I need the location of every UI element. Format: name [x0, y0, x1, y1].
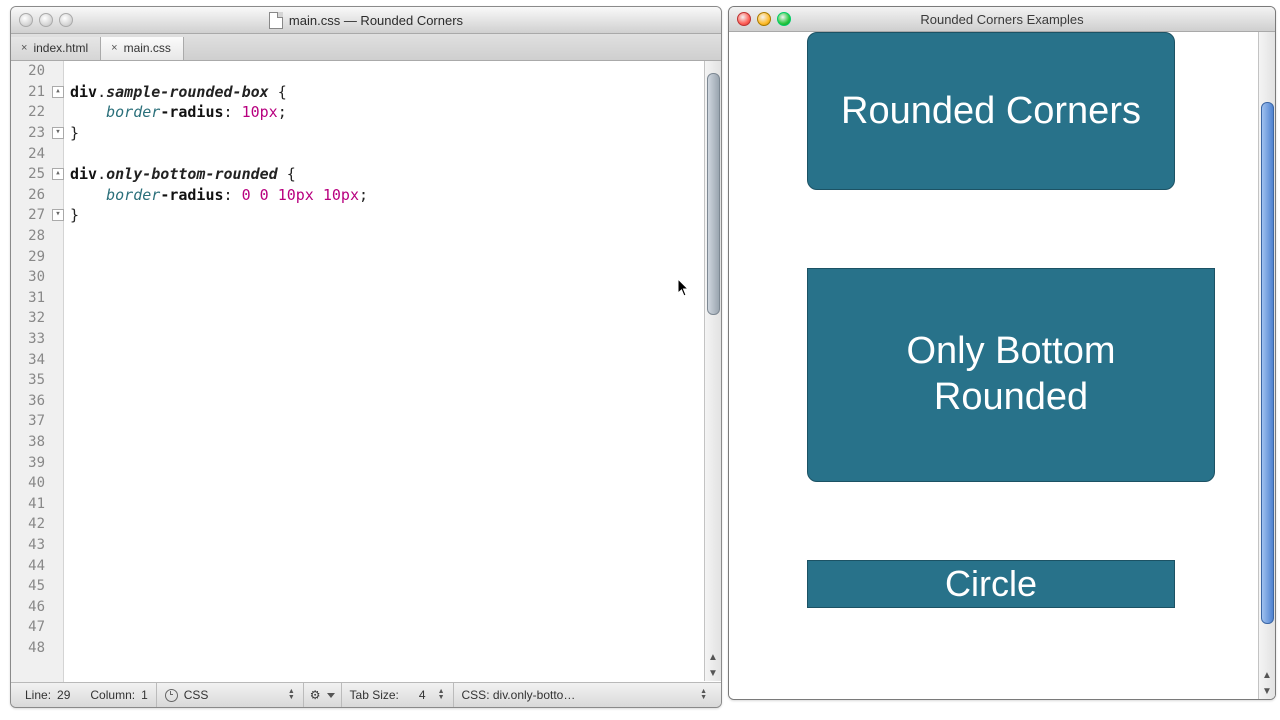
- scroll-down-arrow-icon[interactable]: ▼: [705, 665, 721, 681]
- line-number: 48: [11, 638, 63, 659]
- line-number: 31: [11, 288, 63, 309]
- code-fold-toggle[interactable]: [52, 168, 64, 180]
- line-number-gutter: 2021222324252627282930313233343536373839…: [11, 61, 64, 682]
- scroll-up-arrow-icon[interactable]: ▲: [705, 649, 721, 665]
- status-tabsize[interactable]: Tab Size: 4 ▲▼: [342, 683, 454, 707]
- browser-vertical-scrollbar[interactable]: ▲ ▼: [1258, 32, 1275, 699]
- browser-window-title: Rounded Corners Examples: [729, 12, 1275, 27]
- status-gear[interactable]: ⚙: [304, 683, 342, 707]
- line-number: 32: [11, 308, 63, 329]
- status-scope[interactable]: CSS: div.only-botto… ▲▼: [454, 683, 715, 707]
- browser-window: Rounded Corners Examples Rounded Corners…: [728, 6, 1276, 700]
- scroll-up-arrow-icon[interactable]: ▲: [1259, 667, 1275, 683]
- line-number: 41: [11, 493, 63, 514]
- line-number: 29: [11, 246, 63, 267]
- file-icon: [269, 12, 283, 29]
- code-area[interactable]: div.sample-rounded-box { border-radius: …: [64, 61, 721, 682]
- tab-label: main.css: [124, 41, 171, 55]
- editor-titlebar: main.css — Rounded Corners: [11, 7, 721, 34]
- line-number: 34: [11, 349, 63, 370]
- stepper-icon[interactable]: ▲▼: [700, 689, 707, 701]
- line-number: 33: [11, 329, 63, 350]
- line-number: 42: [11, 514, 63, 535]
- sample-circle-box: Circle: [807, 560, 1175, 608]
- code-fold-toggle[interactable]: [52, 127, 64, 139]
- chevron-down-icon: [327, 693, 335, 698]
- status-language[interactable]: CSS ▲▼: [157, 683, 304, 707]
- stepper-icon[interactable]: ▲▼: [288, 689, 295, 701]
- line-number: 27: [11, 205, 63, 226]
- tab-label: index.html: [33, 41, 88, 55]
- sample-only-bottom-rounded-box: Only Bottom Rounded: [807, 268, 1215, 482]
- code-fold-toggle[interactable]: [52, 86, 64, 98]
- line-number: 23: [11, 123, 63, 144]
- line-number: 35: [11, 370, 63, 391]
- code-fold-toggle[interactable]: [52, 209, 64, 221]
- line-number: 46: [11, 596, 63, 617]
- line-number: 28: [11, 226, 63, 247]
- line-number: 25: [11, 164, 63, 185]
- browser-viewport[interactable]: Rounded Corners Only Bottom Rounded Circ…: [729, 32, 1275, 699]
- status-line-col[interactable]: Line: 29 Column: 1: [17, 683, 157, 707]
- line-number: 37: [11, 411, 63, 432]
- editor-body: 2021222324252627282930313233343536373839…: [11, 61, 721, 682]
- line-number: 21: [11, 82, 63, 103]
- close-icon[interactable]: ×: [21, 42, 27, 54]
- line-number: 39: [11, 452, 63, 473]
- editor-vertical-scrollbar[interactable]: ▲ ▼: [704, 61, 721, 681]
- line-number: 45: [11, 576, 63, 597]
- line-number: 36: [11, 391, 63, 412]
- editor-window-title: main.css — Rounded Corners: [11, 12, 721, 29]
- clock-icon: [165, 689, 178, 702]
- scrollbar-thumb[interactable]: [707, 73, 720, 315]
- tab-main-css[interactable]: × main.css: [101, 37, 184, 60]
- scroll-down-arrow-icon[interactable]: ▼: [1259, 683, 1275, 699]
- editor-window-title-text: main.css — Rounded Corners: [289, 13, 463, 28]
- line-number: 20: [11, 61, 63, 82]
- gear-icon: ⚙: [310, 688, 321, 702]
- line-number: 26: [11, 185, 63, 206]
- browser-titlebar: Rounded Corners Examples: [729, 7, 1275, 32]
- tab-index-html[interactable]: × index.html: [11, 37, 101, 60]
- line-number: 47: [11, 617, 63, 638]
- editor-tabbar: × index.html × main.css: [11, 34, 721, 61]
- editor-window: main.css — Rounded Corners × index.html …: [10, 6, 722, 708]
- line-number: 44: [11, 555, 63, 576]
- sample-rounded-box: Rounded Corners: [807, 32, 1175, 190]
- line-number: 30: [11, 267, 63, 288]
- line-number: 38: [11, 432, 63, 453]
- line-number: 43: [11, 535, 63, 556]
- line-number: 40: [11, 473, 63, 494]
- scrollbar-thumb[interactable]: [1261, 102, 1274, 624]
- close-icon[interactable]: ×: [111, 42, 117, 54]
- line-number: 22: [11, 102, 63, 123]
- line-number: 24: [11, 143, 63, 164]
- stepper-icon[interactable]: ▲▼: [438, 689, 445, 701]
- editor-statusbar: Line: 29 Column: 1 CSS ▲▼ ⚙ Tab Size: 4: [11, 682, 721, 707]
